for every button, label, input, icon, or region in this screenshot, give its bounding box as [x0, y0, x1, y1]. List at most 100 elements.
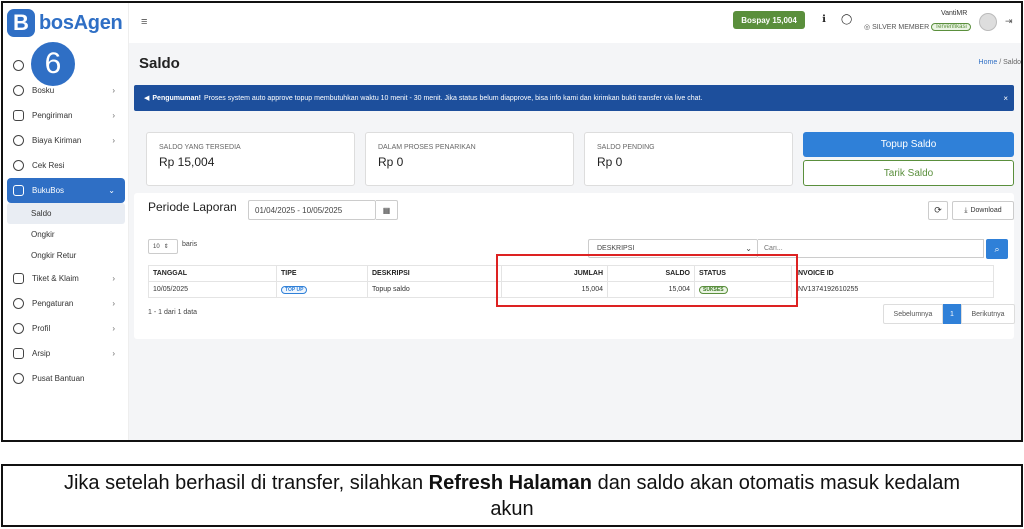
column-header-saldo[interactable]: SALDO: [607, 265, 695, 282]
wallet-icon: [13, 185, 24, 196]
breadcrumb-home[interactable]: Home: [979, 59, 998, 66]
close-icon[interactable]: ×: [1003, 94, 1008, 103]
column-header-tipe[interactable]: TIPE: [276, 265, 368, 282]
transaction-panel: Periode Laporan 01/04/2025 - 10/05/2025 …: [134, 193, 1015, 339]
card-proses-penarikan: DALAM PROSES PENARIKAN Rp 0: [365, 132, 574, 186]
megaphone-icon: ◀: [144, 95, 150, 102]
caption-bold: Refresh Halaman: [428, 471, 593, 494]
logo-text: bosAgen: [39, 11, 123, 34]
avatar[interactable]: [979, 13, 997, 31]
cell-saldo: 15,004: [607, 281, 695, 298]
member-status: ◎ SILVER MEMBER Terverifikasi: [864, 23, 971, 31]
rows-per-page-value: 10: [153, 243, 160, 250]
pagination-summary: 1 - 1 dari 1 data: [148, 309, 198, 316]
sidebar-subitem-ongkir[interactable]: Ongkir: [3, 224, 129, 245]
refresh-button[interactable]: ⟳: [928, 201, 948, 220]
cell-invoice: INV1374192610255: [791, 281, 994, 298]
chevron-right-icon: ›: [112, 274, 115, 283]
sidebar-item-label: Profil: [32, 324, 51, 333]
caption-text: Jika setelah berhasil di transfer, silah…: [43, 470, 981, 522]
bospay-balance-button[interactable]: Bospay 15,004: [733, 11, 805, 29]
topbar: ≡ Bospay 15,004 ℹ ◯ VantiMR ◎ SILVER MEM…: [129, 3, 1021, 43]
sidebar-item-label: Arsip: [32, 349, 51, 358]
chevron-right-icon: ›: [112, 299, 115, 308]
breadcrumb-current: Saldo: [1003, 59, 1021, 66]
column-header-deskripsi[interactable]: DESKRIPSI: [367, 265, 502, 282]
search-button[interactable]: ⌕: [986, 239, 1008, 259]
cell-jumlah: 15,004: [501, 281, 608, 298]
cell-status: SUKSES: [694, 281, 792, 298]
status-badge: SUKSES: [699, 285, 728, 294]
card-label: SALDO YANG TERSEDIA: [159, 144, 241, 151]
ticket-icon: [13, 273, 24, 284]
sidebar-item-biaya-kiriman[interactable]: Biaya Kiriman ›: [3, 128, 129, 153]
type-badge: TOP UP: [281, 285, 308, 294]
sidebar-item-bukubos[interactable]: BukuBos ⌄: [7, 178, 125, 203]
period-label: Periode Laporan: [148, 200, 237, 214]
download-icon: ⤓: [964, 206, 968, 214]
page-title: Saldo: [139, 55, 180, 72]
sidebar-item-label: Pengaturan: [32, 299, 74, 308]
sidebar-item-pusat-bantuan[interactable]: Pusat Bantuan: [3, 366, 129, 391]
table-header-row: TANGGAL TIPE DESKRIPSI JUMLAH SALDO STAT…: [148, 265, 994, 282]
sidebar-nav: Bosku Bosku › Pengiriman › Biaya Kiriman…: [3, 53, 129, 391]
gear-icon: [13, 298, 24, 309]
rows-per-page-label: baris: [182, 241, 198, 248]
column-header-invoice[interactable]: INVOICE ID: [791, 265, 994, 282]
sidebar-item-cek-resi[interactable]: Cek Resi: [3, 153, 129, 178]
transaction-table: TANGGAL TIPE DESKRIPSI JUMLAH SALDO STAT…: [148, 265, 994, 298]
info-icon[interactable]: ℹ: [819, 15, 829, 25]
main-content: Saldo Home / Saldo ◀ Pengumuman! Proses …: [129, 43, 1021, 440]
calendar-icon[interactable]: ▦: [376, 200, 398, 220]
cell-deskripsi: Topup saldo: [367, 281, 502, 298]
instruction-caption: Jika setelah berhasil di transfer, silah…: [1, 464, 1023, 527]
headset-icon: [13, 373, 24, 384]
sidebar-item-arsip[interactable]: Arsip ›: [3, 341, 129, 366]
member-label: SILVER MEMBER: [872, 23, 930, 31]
pagination-page-button[interactable]: 1: [943, 304, 961, 324]
sidebar-subitem-ongkir-retur[interactable]: Ongkir Retur: [3, 245, 129, 266]
chevron-right-icon: ›: [112, 136, 115, 145]
updown-icon: ⇕: [163, 244, 169, 250]
archive-icon: [13, 348, 24, 359]
announcement-text: Proses system auto approve topup membutu…: [204, 94, 703, 102]
sidebar-item-tiket-klaim[interactable]: Tiket & Klaim ›: [3, 266, 129, 291]
topup-saldo-button[interactable]: Topup Saldo: [803, 132, 1014, 157]
pagination-prev-button[interactable]: Sebelumnya: [883, 304, 943, 324]
app-screenshot: B bosAgen 6 Bosku Bosku › Pengiriman › B…: [1, 1, 1023, 442]
tarik-saldo-button[interactable]: Tarik Saldo: [803, 160, 1014, 186]
location-icon: [13, 135, 24, 146]
user-icon: [13, 323, 24, 334]
bell-icon[interactable]: ◯: [841, 15, 852, 25]
table-row: 10/05/2025 TOP UP Topup saldo 15,004 15,…: [148, 281, 994, 298]
cell-tipe: TOP UP: [276, 281, 368, 298]
card-saldo-pending: SALDO PENDING Rp 0: [584, 132, 793, 186]
download-button[interactable]: ⤓ Download: [952, 201, 1014, 220]
package-icon: [13, 110, 24, 121]
search-field-select[interactable]: DESKRIPSI ⌄: [588, 239, 758, 258]
column-header-jumlah[interactable]: JUMLAH: [501, 265, 608, 282]
column-header-tanggal[interactable]: TANGGAL: [148, 265, 277, 282]
chevron-right-icon: ›: [112, 86, 115, 95]
sidebar-item-label: Biaya Kiriman: [32, 136, 82, 145]
brand-logo[interactable]: B bosAgen: [7, 9, 123, 37]
search-input[interactable]: [758, 239, 984, 258]
card-label: SALDO PENDING: [597, 144, 655, 151]
sidebar-subitem-saldo[interactable]: Saldo: [7, 203, 125, 224]
caption-before: Jika setelah berhasil di transfer, silah…: [63, 471, 429, 494]
sidebar-item-profil[interactable]: Profil ›: [3, 316, 129, 341]
announcement-label: Pengumuman!: [152, 94, 202, 102]
date-range-input[interactable]: 01/04/2025 - 10/05/2025: [248, 200, 376, 220]
logout-icon[interactable]: ⇥: [1005, 16, 1013, 27]
search-icon: [13, 160, 24, 171]
sidebar-item-label: Tiket & Klaim: [32, 274, 79, 283]
rows-per-page-select[interactable]: 10 ⇕: [148, 239, 178, 254]
sidebar-item-pengaturan[interactable]: Pengaturan ›: [3, 291, 129, 316]
step-number-badge: 6: [29, 40, 77, 88]
column-header-status[interactable]: STATUS: [694, 265, 792, 282]
sidebar-item-label: Pengiriman: [32, 111, 73, 120]
sidebar-item-pengiriman[interactable]: Pengiriman ›: [3, 103, 129, 128]
menu-icon[interactable]: ≡: [141, 16, 147, 28]
download-label: Download: [970, 207, 1002, 214]
pagination-next-button[interactable]: Berikutnya: [961, 304, 1015, 324]
